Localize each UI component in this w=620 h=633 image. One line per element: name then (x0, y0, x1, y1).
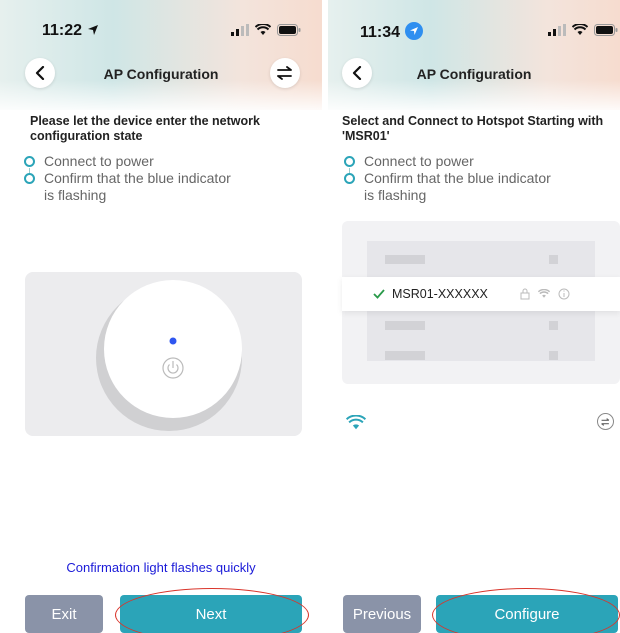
lock-icon (520, 288, 530, 300)
previous-button[interactable]: Previous (343, 595, 421, 633)
selected-network-row[interactable]: MSR01-XXXXXX (342, 277, 620, 311)
step-item: Confirm that the blue indicator is flash… (344, 170, 604, 204)
steps-list: Connect to power Confirm that the blue i… (344, 153, 604, 204)
status-icons (231, 24, 301, 36)
page-title: AP Configuration (416, 66, 532, 82)
swap-icon (277, 66, 292, 80)
wifi-icon (255, 24, 271, 35)
device-body (104, 280, 242, 418)
swap-small-button[interactable] (597, 413, 614, 430)
wifi-status-icon (346, 415, 366, 430)
confirmation-text: Confirmation light flashes quickly (66, 560, 256, 575)
step-item: Connect to power (24, 153, 284, 184)
wifi-list-illustration: MSR01-XXXXXX (342, 221, 620, 384)
swap-button[interactable] (270, 58, 300, 88)
step-item: Connect to power (344, 153, 604, 184)
status-icons (548, 24, 618, 36)
steps-list: Connect to power Confirm that the blue i… (24, 153, 284, 204)
check-icon (373, 289, 385, 299)
left-screen: 11:22 AP Configuration Please let the de… (0, 0, 322, 633)
status-time: 11:34 (360, 22, 423, 42)
signal-icon (231, 24, 249, 36)
signal-icon (548, 24, 566, 36)
network-name: MSR01-XXXXXX (392, 287, 488, 301)
info-icon (558, 288, 570, 300)
swap-icon (601, 417, 610, 426)
wifi-icon (538, 289, 550, 298)
blue-indicator-light (169, 337, 177, 345)
step-item: Confirm that the blue indicator is flash… (24, 170, 284, 204)
status-time: 11:22 (42, 22, 99, 40)
annotation-oval (115, 588, 309, 633)
instruction-text: Select and Connect to Hotspot Starting w… (342, 114, 604, 143)
instruction-text: Please let the device enter the network … (30, 114, 260, 143)
battery-icon (594, 24, 618, 36)
right-screen: 11:34 AP Configuration Select and Connec… (328, 0, 620, 633)
annotation-oval (432, 588, 620, 633)
location-arrow-icon (87, 25, 98, 35)
wifi-icon (572, 24, 588, 35)
battery-icon (277, 24, 301, 36)
device-illustration (25, 272, 302, 436)
exit-button[interactable]: Exit (25, 595, 103, 633)
location-arrow-icon (404, 22, 423, 40)
